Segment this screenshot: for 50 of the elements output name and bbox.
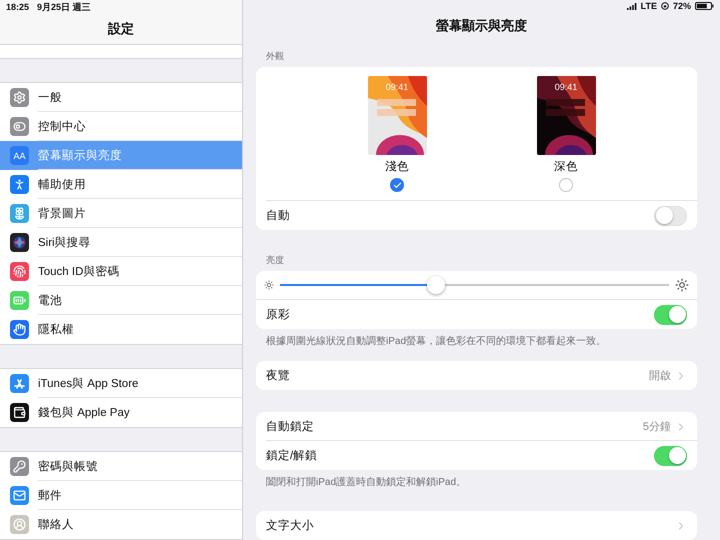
setting-label: 自動 [266, 208, 291, 223]
page-title: 螢幕顯示與亮度 [435, 17, 528, 36]
setting-label: 文字大小 [266, 518, 315, 533]
preview-time: 09:41 [554, 82, 578, 92]
siri-icon [10, 233, 29, 252]
text-size-icon: AA [10, 146, 29, 165]
battery-icon [10, 291, 29, 310]
hand-icon [10, 320, 29, 339]
preview-time: 09:41 [384, 82, 410, 92]
setting-value: 5分鐘 [642, 420, 671, 434]
setting-label: 鎖定/解鎖 [266, 448, 318, 463]
section-header: 亮度 [265, 254, 285, 267]
contact-icon [10, 515, 29, 534]
signal-icon [626, 2, 637, 10]
bright-sun-icon [675, 278, 689, 292]
option-label: 淺色 [385, 160, 409, 174]
flower-icon [10, 204, 29, 223]
option-label: 深色 [554, 160, 578, 174]
battery-icon [695, 2, 714, 10]
toggle-switch[interactable] [654, 446, 687, 466]
key-icon [10, 457, 29, 476]
app-store-icon [10, 374, 29, 393]
toggle-icon [10, 117, 29, 136]
slider-thumb[interactable] [426, 276, 445, 294]
footnote: 闔閉和打開iPad護蓋時自動鎖定和解鎖iPad。 [265, 476, 468, 489]
setting-label: 夜覽 [266, 368, 291, 383]
gear-icon [10, 88, 29, 107]
battery-percent: 72% [672, 1, 691, 12]
lock-rotation-icon [660, 2, 669, 10]
setting-label: 原彩 [266, 308, 291, 322]
appearance-preview[interactable]: 09:41 [536, 76, 596, 155]
fingerprint-icon [10, 262, 29, 281]
person-icon [10, 175, 29, 194]
footnote: 根據周圍光線狀況自動調整iPad螢幕，讓色彩在不同的環境下都看起來一致。 [265, 334, 608, 348]
mail-icon [10, 486, 29, 505]
status-date: 9月25日 週三 [37, 0, 91, 14]
setting-value: 開啟 [649, 369, 671, 383]
check-icon [392, 180, 402, 190]
toggle-switch[interactable] [654, 206, 687, 226]
sidebar-title: 設定 [106, 20, 135, 38]
radio-button[interactable] [390, 178, 404, 192]
dim-sun-icon [264, 280, 274, 290]
radio-button[interactable] [559, 178, 573, 192]
wallet-icon [10, 403, 29, 422]
status-time: 18:25 [6, 2, 30, 12]
network-label: LTE [640, 1, 657, 12]
toggle-switch[interactable] [654, 304, 687, 324]
sidebar-item[interactable]: AA 螢幕顯示與亮度 [0, 141, 242, 170]
setting-label: 自動鎖定 [266, 420, 315, 434]
section-header: 外觀 [265, 50, 285, 63]
